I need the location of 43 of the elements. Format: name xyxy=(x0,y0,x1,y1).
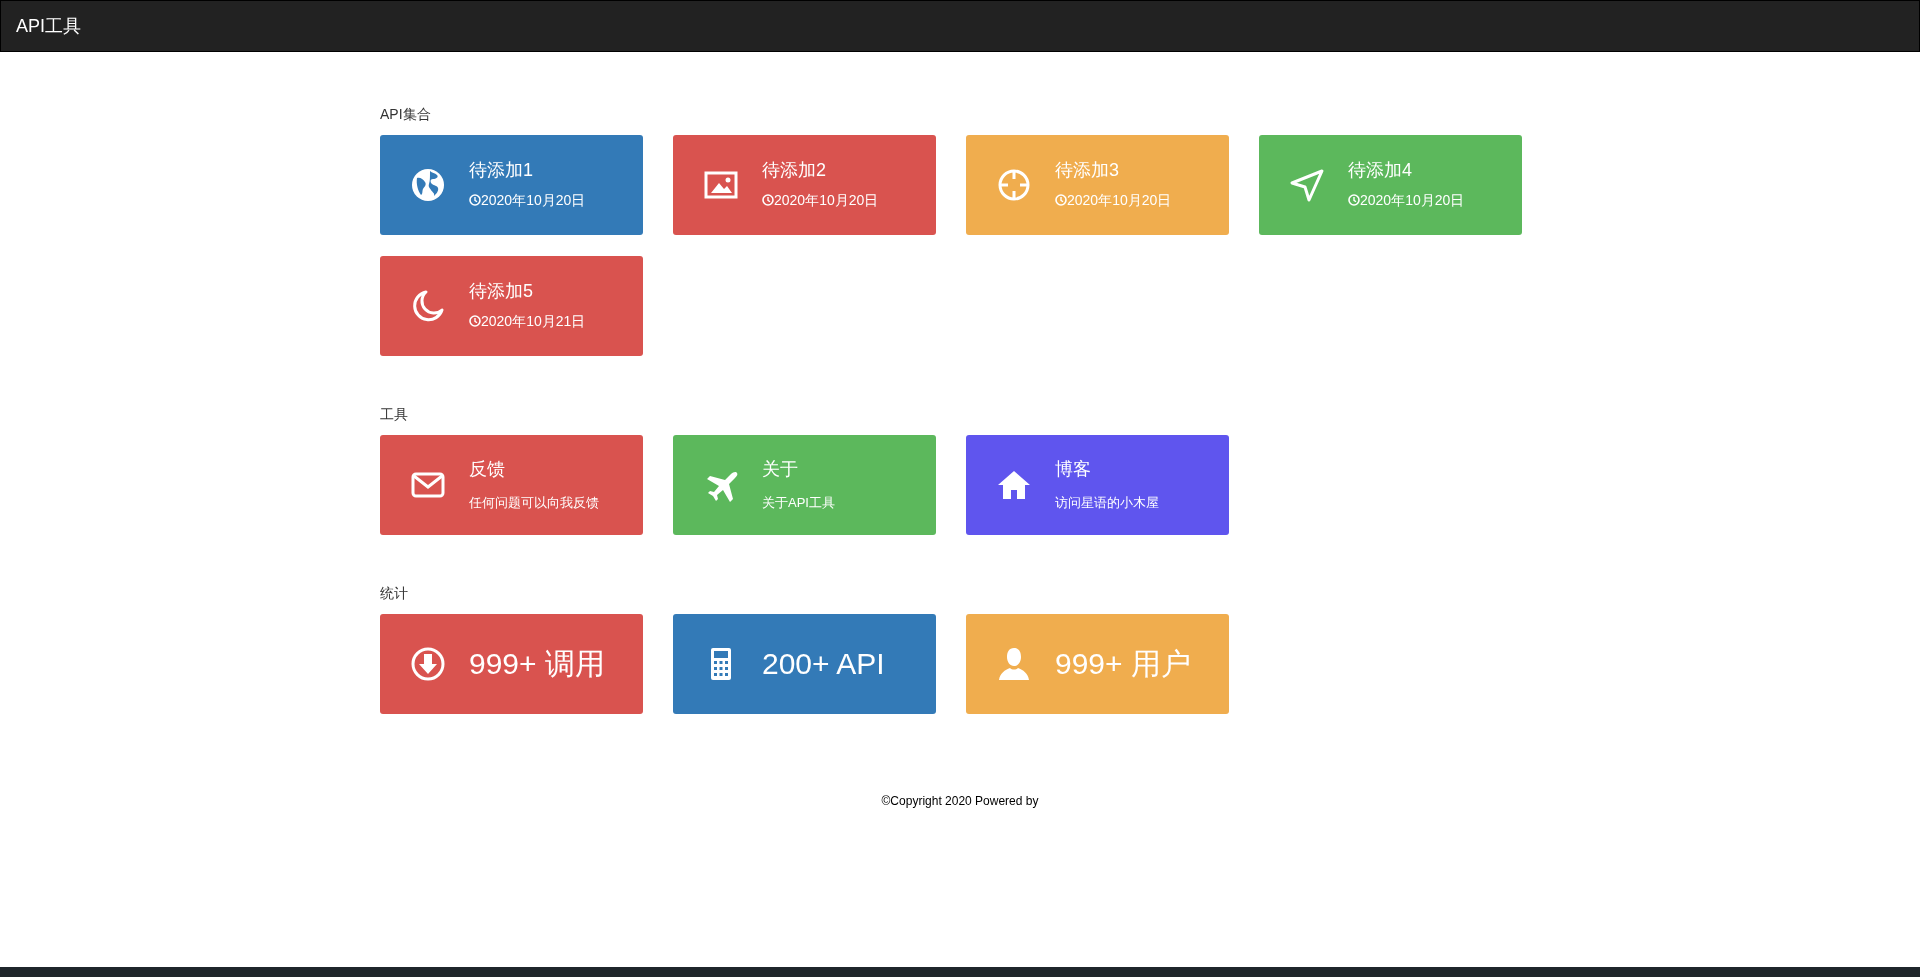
tile-card[interactable]: 关于 关于API工具 xyxy=(673,435,936,535)
tile-card[interactable]: 待添加4 2020年10月20日 xyxy=(1259,135,1522,235)
card-date: 2020年10月20日 xyxy=(1360,190,1465,210)
card-description: 关于API工具 xyxy=(762,493,835,512)
card-date: 2020年10月20日 xyxy=(774,190,879,210)
card-title: 博客 xyxy=(1055,458,1092,481)
tile-card[interactable]: 待添加2 2020年10月20日 xyxy=(673,135,936,235)
card-date: 2020年10月20日 xyxy=(481,190,586,210)
card-description: 访问星语的小木屋 xyxy=(1055,493,1159,512)
tile-card[interactable]: 999+ 调用 xyxy=(380,614,643,714)
card-title: 待添加1 xyxy=(469,159,534,182)
card-title: 反馈 xyxy=(469,458,506,481)
download-icon xyxy=(410,646,446,682)
card-title: 待添加4 xyxy=(1348,159,1413,182)
crosshairs-icon xyxy=(996,167,1032,203)
moon-icon xyxy=(410,288,446,324)
section-heading: 统计 xyxy=(380,584,408,603)
stat-value: 200+ API xyxy=(762,649,885,679)
tile-card[interactable]: 待添加5 2020年10月21日 xyxy=(380,256,643,356)
section-heading: 工具 xyxy=(380,405,408,424)
clock-icon xyxy=(762,194,774,207)
card-date: 2020年10月20日 xyxy=(1067,190,1172,210)
section-heading: API集合 xyxy=(380,105,431,124)
clock-icon xyxy=(1055,194,1067,207)
card-date: 2020年10月21日 xyxy=(481,311,586,331)
stat-value: 999+ 用户 xyxy=(1055,649,1191,679)
tile-card[interactable]: 待添加1 2020年10月20日 xyxy=(380,135,643,235)
card-title: 待添加5 xyxy=(469,280,534,303)
user-icon xyxy=(996,646,1032,682)
clock-icon xyxy=(469,194,481,207)
paper-plane-icon xyxy=(1289,167,1325,203)
card-description: 任何问题可以向我反馈 xyxy=(469,493,599,512)
clock-icon xyxy=(469,315,481,328)
brand-link[interactable]: API工具 xyxy=(16,12,81,40)
card-title: 待添加2 xyxy=(762,159,827,182)
tile-card[interactable]: 反馈 任何问题可以向我反馈 xyxy=(380,435,643,535)
card-title: 关于 xyxy=(762,458,799,481)
tile-card[interactable]: 博客 访问星语的小木屋 xyxy=(966,435,1229,535)
clock-icon xyxy=(1348,194,1360,207)
card-title: 待添加3 xyxy=(1055,159,1120,182)
copyright-text: ©Copyright 2020 Powered by xyxy=(881,793,1039,810)
stat-value: 999+ 调用 xyxy=(469,649,605,679)
tile-card[interactable]: 200+ API xyxy=(673,614,936,714)
